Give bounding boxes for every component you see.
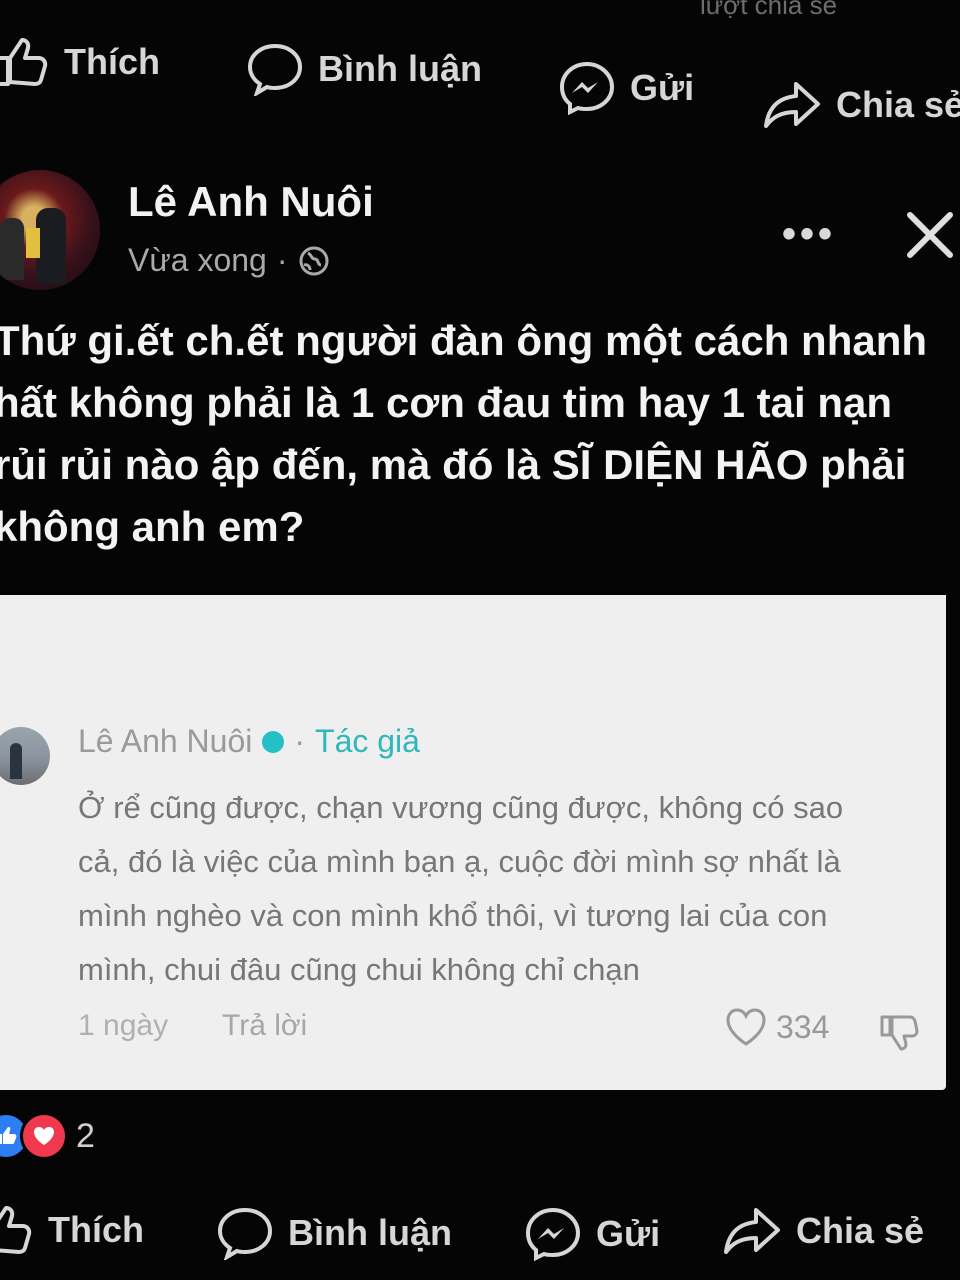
comment-avatar[interactable]	[0, 727, 50, 785]
post-author-name[interactable]: Lê Anh Nuôi	[128, 178, 374, 226]
share-label: Chia sẻ	[836, 84, 960, 125]
comment-author-name[interactable]: Lê Anh Nuôi	[78, 723, 252, 760]
bottom-like-button[interactable]: Thích	[0, 1204, 144, 1256]
reaction-summary[interactable]: 2	[0, 1112, 95, 1160]
bottom-comment-button[interactable]: Bình luận	[216, 1206, 452, 1260]
comment-bubble-icon	[217, 1207, 273, 1260]
bottom-share-button[interactable]: Chia sẻ	[722, 1206, 924, 1256]
post-meta: Vừa xong ·	[128, 242, 330, 279]
author-avatar[interactable]	[0, 170, 100, 290]
comment-card: Lê Anh Nuôi · Tác giả Ở rể cũng được, ch…	[0, 595, 946, 1090]
author-badge: Tác giả	[315, 723, 420, 759]
thumbs-up-icon	[0, 38, 48, 86]
post-body-text: Thứ gi.ết ch.ết người đàn ông một cách n…	[0, 317, 928, 550]
send-label: Gửi	[630, 67, 695, 108]
bottom-like-label: Thích	[48, 1209, 144, 1250]
comment-text: Ở rể cũng được, chạn vương cũng được, kh…	[78, 790, 844, 987]
like-label: Thích	[64, 41, 160, 82]
messenger-icon	[525, 1207, 581, 1262]
bottom-share-label: Chia sẻ	[796, 1210, 925, 1251]
like-button[interactable]: Thích	[0, 36, 160, 88]
comment-like-button[interactable]: 334	[724, 1007, 829, 1047]
more-options-button[interactable]: •••	[782, 212, 836, 257]
globe-icon	[299, 246, 328, 275]
bottom-comment-label: Bình luận	[288, 1212, 452, 1253]
share-arrow-icon	[724, 1208, 780, 1254]
send-button[interactable]: Gửi	[558, 60, 694, 116]
meta-separator: ·	[276, 242, 288, 278]
heart-icon	[726, 1008, 766, 1046]
comment-header: Lê Anh Nuôi · Tác giả	[78, 723, 420, 760]
bottom-action-bar: Thích Bình luận Gửi Chia sẻ	[0, 1190, 960, 1280]
share-button[interactable]: Chia sẻ	[762, 80, 960, 130]
messenger-icon	[559, 61, 615, 116]
bottom-send-button[interactable]: Gửi	[524, 1206, 660, 1262]
comment-bubble-icon	[247, 43, 303, 96]
share-arrow-icon	[764, 82, 820, 128]
close-icon	[907, 212, 953, 258]
comment-like-count: 334	[776, 1008, 830, 1045]
comment-button[interactable]: Bình luận	[246, 42, 482, 96]
close-button[interactable]	[905, 210, 955, 265]
top-action-bar: Thích Bình luận Gửi Chia sẻ	[0, 18, 960, 128]
post-time[interactable]: Vừa xong	[128, 242, 267, 279]
reply-button[interactable]: Trả lời	[222, 1009, 307, 1043]
verified-badge-icon	[262, 730, 285, 753]
love-reaction-icon	[20, 1112, 68, 1160]
comment-date: 1 ngày	[78, 1009, 169, 1042]
bottom-send-label: Gửi	[596, 1213, 661, 1254]
thumbs-down-icon	[880, 1015, 919, 1051]
more-dots-icon: •••	[782, 212, 837, 256]
dislike-button[interactable]	[878, 1013, 920, 1058]
post-header: Lê Anh Nuôi Vừa xong · •••	[0, 160, 960, 290]
comment-label: Bình luận	[318, 48, 482, 89]
thumbs-up-icon	[0, 1206, 32, 1254]
reaction-count: 2	[76, 1116, 95, 1155]
comment-separator: ·	[294, 723, 306, 759]
